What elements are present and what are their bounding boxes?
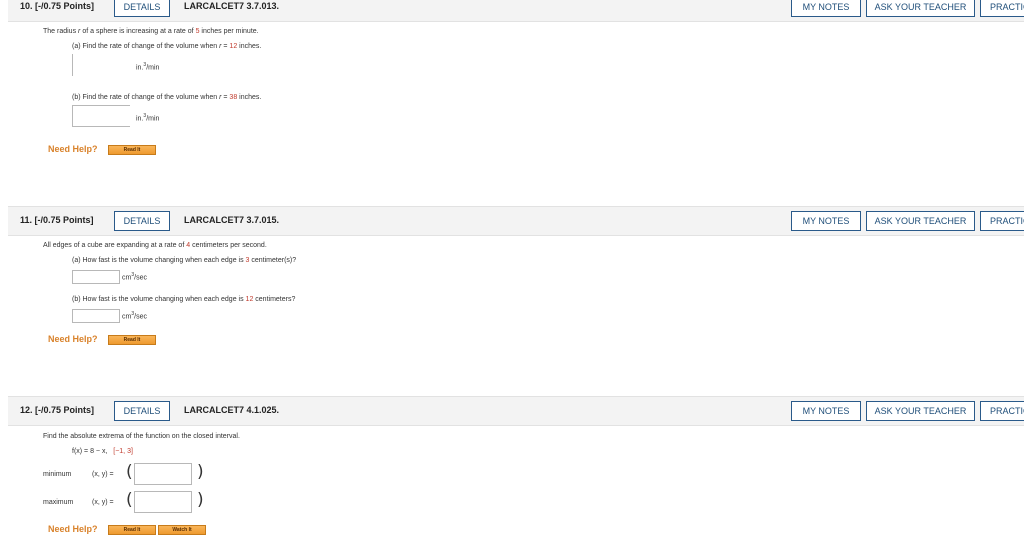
details-button[interactable]: DETAILS xyxy=(114,0,170,17)
xy-label: (x, y) = xyxy=(92,471,114,478)
problem-code: LARCALCET7 3.7.015. xyxy=(184,215,280,225)
function-definition: f(x) = 8 − x, [−1, 3] xyxy=(72,448,133,455)
read-it-button[interactable]: Read It xyxy=(108,525,156,535)
need-help-label: Need Help? xyxy=(48,144,98,154)
my-notes-button[interactable]: MY NOTES xyxy=(791,401,861,421)
question-10-stem: The radius r of a sphere is increasing a… xyxy=(43,28,259,35)
close-paren: ) xyxy=(197,490,204,510)
problem-code: LARCALCET7 4.1.025. xyxy=(184,405,280,415)
question-11-part-b: (b) How fast is the volume changing when… xyxy=(72,296,296,303)
question-11-header: 11. [-/0.75 Points] DETAILS LARCALCET7 3… xyxy=(8,206,1024,236)
need-help-label: Need Help? xyxy=(48,524,98,534)
need-help-label: Need Help? xyxy=(48,334,98,344)
question-10-header: 10. [-/0.75 Points] DETAILS LARCALCET7 3… xyxy=(8,0,1024,22)
question-10-part-b: (b) Find the rate of change of the volum… xyxy=(72,94,262,101)
question-number: 12. [-/0.75 Points] xyxy=(20,405,95,415)
unit-label: cm3/sec xyxy=(122,272,147,282)
maximum-label: maximum xyxy=(43,499,74,506)
question-11-stem: All edges of a cube are expanding at a r… xyxy=(43,242,267,249)
xy-label: (x, y) = xyxy=(92,499,114,506)
unit-label: cm3/sec xyxy=(122,311,147,321)
minimum-point-input[interactable] xyxy=(134,463,192,485)
open-paren: ( xyxy=(126,462,133,482)
unit-label: in.3/min xyxy=(136,62,160,72)
answer-input-11b[interactable] xyxy=(72,309,120,323)
read-it-button[interactable]: Read It xyxy=(108,145,156,155)
close-paren: ) xyxy=(197,462,204,482)
my-notes-button[interactable]: MY NOTES xyxy=(791,211,861,231)
details-button[interactable]: DETAILS xyxy=(114,401,170,421)
open-paren: ( xyxy=(126,490,133,510)
question-11-part-a: (a) How fast is the volume changing when… xyxy=(72,257,297,264)
practice-another-button[interactable]: PRACTICE ANOTHER xyxy=(980,401,1024,421)
question-12-stem: Find the absolute extrema of the functio… xyxy=(43,433,240,440)
answer-input-10b[interactable] xyxy=(72,105,130,127)
watch-it-button[interactable]: Watch It xyxy=(158,525,206,535)
answer-input-11a[interactable] xyxy=(72,270,120,284)
question-12-header: 12. [-/0.75 Points] DETAILS LARCALCET7 4… xyxy=(8,396,1024,426)
question-number: 11. [-/0.75 Points] xyxy=(20,215,94,225)
ask-your-teacher-button[interactable]: ASK YOUR TEACHER xyxy=(866,0,975,17)
details-button[interactable]: DETAILS xyxy=(114,211,170,231)
practice-another-button[interactable]: PRACTICE ANOTHER xyxy=(980,211,1024,231)
answer-input-10a[interactable] xyxy=(72,54,130,76)
practice-another-button[interactable]: PRACTICE ANOTHER xyxy=(980,0,1024,17)
ask-your-teacher-button[interactable]: ASK YOUR TEACHER xyxy=(866,211,975,231)
maximum-point-input[interactable] xyxy=(134,491,192,513)
unit-label: in.3/min xyxy=(136,113,160,123)
minimum-label: minimum xyxy=(43,471,72,478)
ask-your-teacher-button[interactable]: ASK YOUR TEACHER xyxy=(866,401,975,421)
question-number: 10. [-/0.75 Points] xyxy=(20,1,95,11)
problem-code: LARCALCET7 3.7.013. xyxy=(184,1,280,11)
question-10-part-a: (a) Find the rate of change of the volum… xyxy=(72,43,262,50)
my-notes-button[interactable]: MY NOTES xyxy=(791,0,861,17)
read-it-button[interactable]: Read It xyxy=(108,335,156,345)
